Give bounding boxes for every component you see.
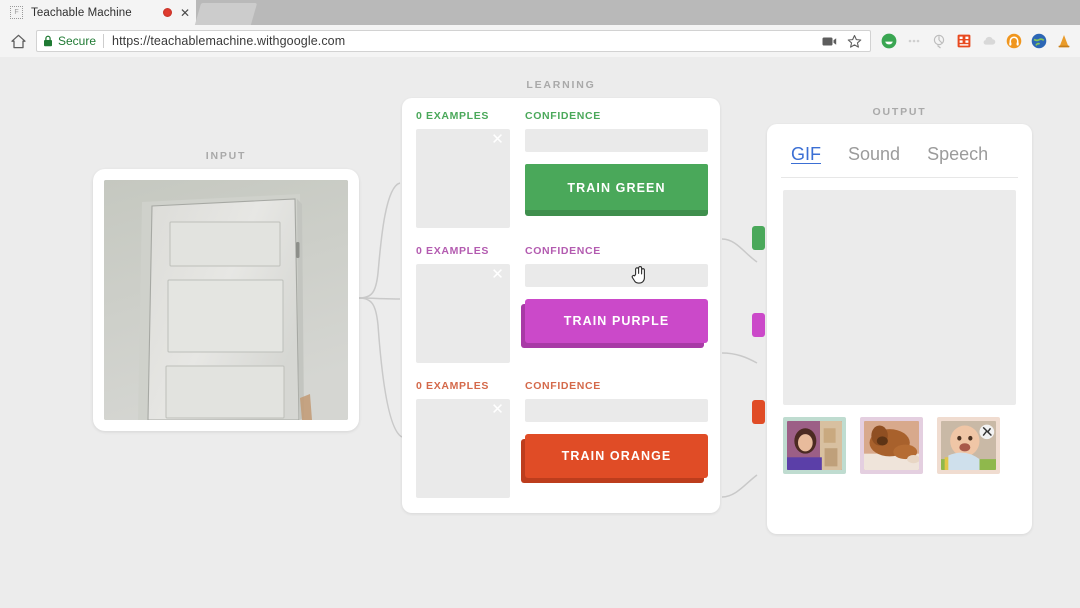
inactive-tab[interactable] (194, 3, 258, 25)
examples-count-purple: 0 EXAMPLES (416, 245, 490, 257)
thumbnail-dog[interactable] (860, 417, 923, 474)
thumbnail-baby[interactable] (937, 417, 1000, 474)
thumbnail-baby-image (941, 421, 996, 470)
extension-cone-icon[interactable] (1056, 33, 1072, 49)
browser-tab-teachable-machine[interactable]: F Teachable Machine ✕ (0, 0, 196, 25)
thumbnail-dog-image (864, 421, 919, 470)
tab-sound[interactable]: Sound (848, 144, 900, 166)
clear-examples-icon-purple[interactable]: ✕ (490, 267, 505, 282)
webcam-feed[interactable] (104, 180, 348, 420)
clear-examples-icon-green[interactable]: ✕ (490, 132, 505, 147)
extension-globe-icon[interactable] (1031, 33, 1047, 49)
confidence-label-orange: CONFIDENCE (525, 380, 601, 392)
home-icon (10, 33, 27, 50)
lock-icon (43, 35, 53, 47)
star-icon[interactable] (846, 33, 862, 49)
train-column-green: CONFIDENCE TRAIN GREEN (512, 110, 708, 236)
examples-column-purple: 0 EXAMPLES ✕ (416, 245, 512, 371)
browser-chrome: F Teachable Machine ✕ Secure https://tea… (0, 0, 1080, 57)
extension-red-grid-icon[interactable] (956, 33, 972, 49)
examples-thumbnail-box-orange[interactable]: ✕ (416, 399, 510, 498)
class-row-purple: 0 EXAMPLES ✕ CONFIDENCE TRAIN PURPLE (416, 245, 708, 371)
train-orange-button[interactable]: TRAIN ORANGE (525, 434, 708, 478)
gif-thumbnail-row (783, 417, 1016, 474)
gif-preview-area[interactable] (783, 190, 1016, 405)
examples-count-orange: 0 EXAMPLES (416, 380, 490, 392)
extension-cloud-icon[interactable] (981, 33, 997, 49)
examples-thumbnail-box-green[interactable]: ✕ (416, 129, 510, 228)
secure-label: Secure (58, 34, 97, 48)
browser-toolbar: Secure https://teachablemachine.withgoog… (0, 25, 1080, 57)
input-section-label: INPUT (205, 150, 247, 162)
examples-column-orange: 0 EXAMPLES ✕ (416, 380, 512, 506)
extension-dots-icon[interactable] (906, 33, 922, 49)
output-tabs: GIF Sound Speech (781, 136, 1018, 178)
cast-icon[interactable] (821, 33, 837, 49)
output-panel: GIF Sound Speech (767, 124, 1032, 534)
confidence-bar-orange (525, 399, 708, 422)
output-nub-purple (752, 313, 765, 337)
train-green-button[interactable]: TRAIN GREEN (525, 164, 708, 216)
tab-close-icon[interactable]: ✕ (180, 7, 190, 19)
train-purple-button[interactable]: TRAIN PURPLE (525, 299, 708, 343)
output-section-label: OUTPUT (872, 106, 927, 118)
url-text: https://teachablemachine.withgoogle.com (112, 34, 346, 48)
train-column-orange: CONFIDENCE TRAIN ORANGE (512, 380, 708, 506)
examples-thumbnail-box-purple[interactable]: ✕ (416, 264, 510, 363)
confidence-label-green: CONFIDENCE (525, 110, 601, 122)
tab-title: Teachable Machine (31, 6, 132, 19)
output-nub-green (752, 226, 765, 250)
omnibox-actions (821, 33, 864, 49)
train-column-purple: CONFIDENCE TRAIN PURPLE (512, 245, 708, 371)
thumbnail-girl-image (787, 421, 842, 470)
class-row-orange: 0 EXAMPLES ✕ CONFIDENCE TRAIN ORANGE (416, 380, 708, 506)
extension-pin-icon[interactable] (931, 33, 947, 49)
confidence-bar-purple (525, 264, 708, 287)
examples-count-green: 0 EXAMPLES (416, 110, 490, 122)
tab-favicon-icon: F (10, 6, 23, 19)
extension-headphones-icon[interactable] (1006, 33, 1022, 49)
home-button[interactable] (0, 25, 36, 57)
clear-examples-icon-orange[interactable]: ✕ (490, 402, 505, 417)
tab-gif[interactable]: GIF (791, 144, 821, 166)
class-row-green: 0 EXAMPLES ✕ CONFIDENCE TRAIN GREEN (416, 110, 708, 236)
learning-section-label: LEARNING (526, 79, 596, 91)
teachable-machine-app: INPUT LEARNING 0 EXAMPLES ✕ CONFIDENCE T… (0, 57, 1080, 608)
learning-panel: 0 EXAMPLES ✕ CONFIDENCE TRAIN GREEN 0 EX… (402, 98, 720, 513)
extensions-bar (877, 33, 1080, 49)
recording-indicator-icon (162, 8, 172, 17)
input-panel (93, 169, 359, 431)
confidence-label-purple: CONFIDENCE (525, 245, 601, 257)
confidence-bar-green (525, 129, 708, 152)
address-bar[interactable]: Secure https://teachablemachine.withgoog… (36, 30, 871, 52)
tab-speech[interactable]: Speech (927, 144, 988, 166)
thumbnail-girl[interactable] (783, 417, 846, 474)
omnibox-divider (103, 34, 105, 48)
tab-strip: F Teachable Machine ✕ (0, 0, 1080, 25)
examples-column-green: 0 EXAMPLES ✕ (416, 110, 512, 236)
extension-green-circle-icon[interactable] (881, 33, 897, 49)
output-nub-orange (752, 400, 765, 424)
